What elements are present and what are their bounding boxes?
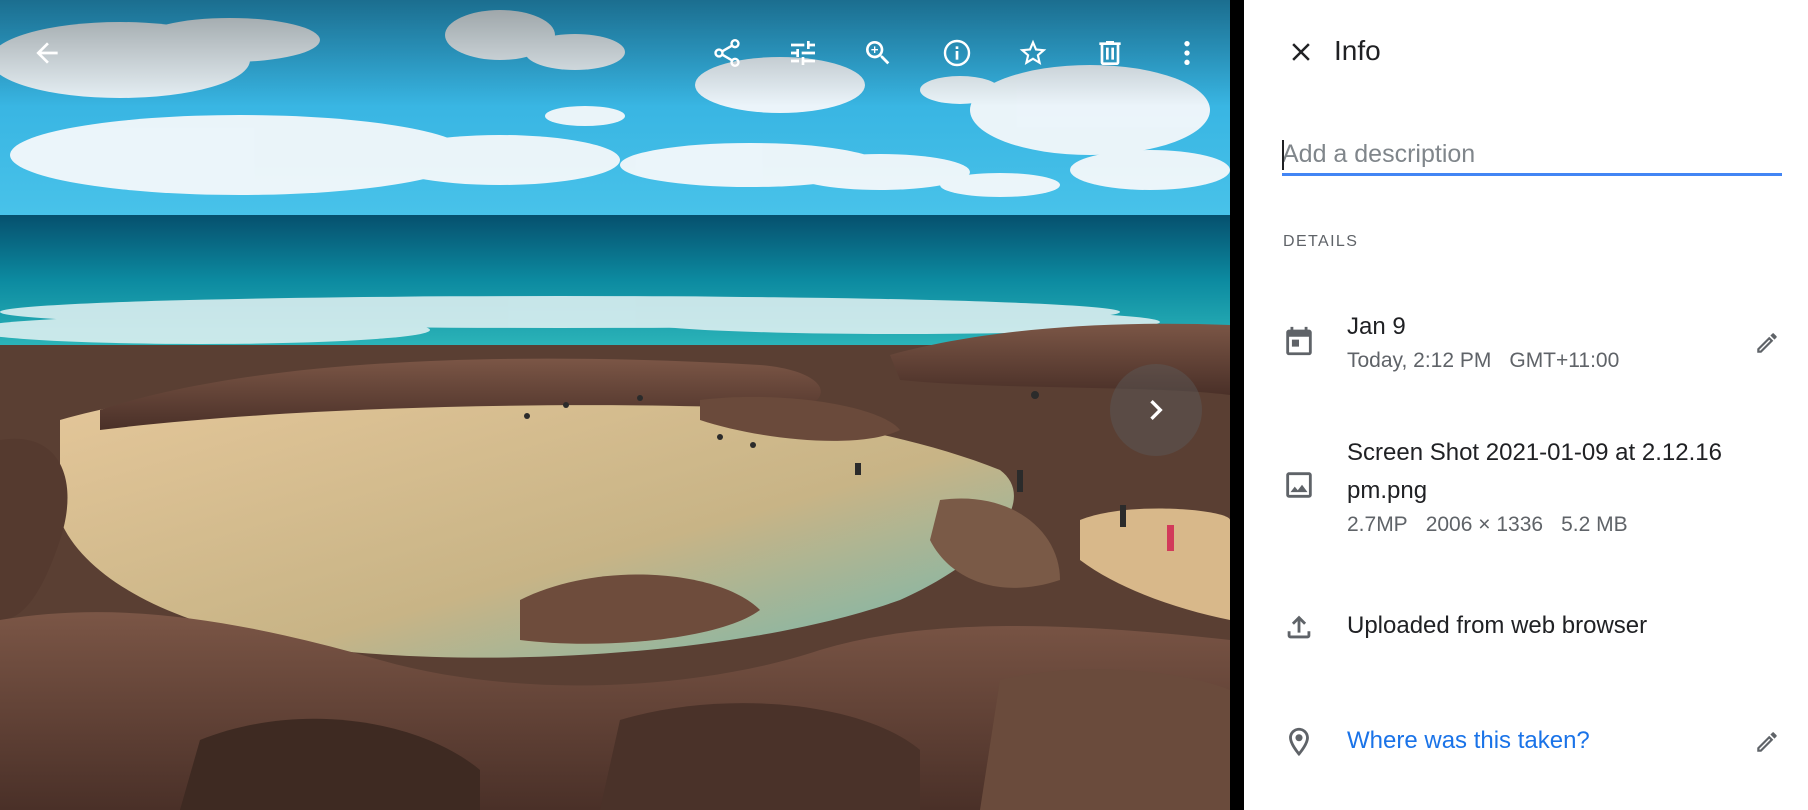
favorite-star-icon — [1019, 39, 1047, 65]
upload-info: Uploaded from web browser — [1347, 607, 1747, 645]
share-button[interactable] — [701, 27, 753, 79]
delete-trash-icon — [1099, 41, 1121, 65]
zoom-in-icon — [866, 41, 890, 65]
share-icon — [714, 39, 740, 67]
arrow-back-icon — [36, 42, 58, 64]
location-pin-icon — [1282, 725, 1316, 759]
edit-adjust-icon — [791, 41, 815, 65]
favorite-button[interactable] — [1007, 27, 1059, 79]
description-input[interactable] — [1282, 136, 1782, 176]
photo-image — [0, 0, 1230, 810]
date-primary: Jan 9 — [1347, 313, 1406, 340]
viewer-toolbar — [0, 0, 1230, 106]
upload-row: Uploaded from web browser — [1244, 607, 1808, 647]
pencil-icon — [1757, 732, 1777, 752]
file-info: Screen Shot 2021-01-09 at 2.12.16 pm.png… — [1347, 434, 1747, 540]
panel-title: Info — [1334, 35, 1381, 66]
location-row: Where was this taken? — [1244, 722, 1808, 762]
text-caret — [1282, 140, 1284, 170]
info-panel: Info DETAILS Jan 9 Today, 2:12 PM GMT+11:… — [1244, 0, 1808, 810]
date-timezone: GMT+11:00 — [1509, 349, 1620, 372]
chevron-right-icon — [1150, 400, 1163, 420]
date-info: Jan 9 Today, 2:12 PM GMT+11:00 — [1347, 308, 1747, 376]
zoom-button[interactable] — [852, 27, 904, 79]
info-icon — [943, 39, 971, 67]
calendar-icon — [1282, 324, 1316, 358]
edit-location-button[interactable] — [1750, 725, 1784, 759]
edit-button[interactable] — [777, 27, 829, 79]
file-row: Screen Shot 2021-01-09 at 2.12.16 pm.png… — [1244, 434, 1808, 544]
close-icon — [1292, 43, 1310, 61]
location-info: Where was this taken? — [1347, 722, 1747, 760]
date-time: Today, 2:12 PM — [1347, 349, 1492, 372]
date-row: Jan 9 Today, 2:12 PM GMT+11:00 — [1244, 308, 1808, 378]
image-icon — [1282, 468, 1316, 502]
upload-text: Uploaded from web browser — [1347, 612, 1648, 639]
info-button[interactable] — [931, 27, 983, 79]
photo[interactable] — [0, 0, 1230, 810]
file-size: 5.2 MB — [1561, 513, 1628, 536]
edit-date-button[interactable] — [1750, 326, 1784, 360]
upload-icon — [1282, 610, 1316, 644]
close-button[interactable] — [1278, 29, 1324, 75]
date-secondary: Today, 2:12 PM GMT+11:00 — [1347, 346, 1747, 376]
description-field — [1282, 136, 1782, 176]
more-options-icon — [1184, 41, 1190, 65]
back-button[interactable] — [21, 27, 73, 79]
file-megapixels: 2.7MP — [1347, 513, 1408, 536]
file-name: Screen Shot 2021-01-09 at 2.12.16 pm.png — [1347, 439, 1722, 504]
photo-viewer — [0, 0, 1244, 810]
delete-button[interactable] — [1084, 27, 1136, 79]
file-dimensions: 2006 × 1336 — [1425, 513, 1544, 536]
pencil-icon — [1757, 333, 1777, 353]
details-heading: DETAILS — [1283, 233, 1359, 250]
info-panel-header: Info — [1244, 0, 1808, 106]
more-options-button[interactable] — [1161, 27, 1213, 79]
file-meta: 2.7MP 2006 × 1336 5.2 MB — [1347, 510, 1747, 540]
add-location-link[interactable]: Where was this taken? — [1347, 722, 1747, 760]
next-photo-button[interactable] — [1110, 364, 1202, 456]
